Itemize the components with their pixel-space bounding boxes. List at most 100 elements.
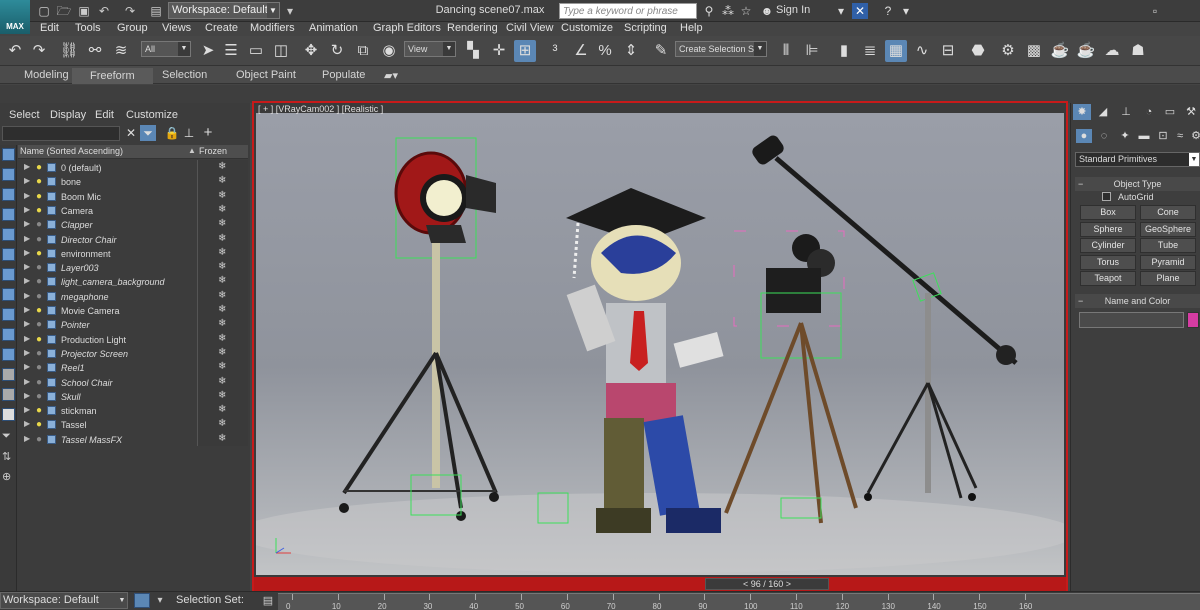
status-workspace-dropdown[interactable]: Workspace: Default ▼ [0,592,128,609]
layer-row[interactable]: ▶ ● 0 (default) ❄ [18,161,248,175]
render-setup-icon[interactable]: ⚙ [997,40,1019,62]
lights-icon[interactable]: ✦ [1117,129,1133,143]
boom-mic[interactable] [750,133,1018,501]
filter-icon[interactable]: ⏷ [140,125,156,141]
column-header-frozen[interactable]: Frozen [199,146,227,156]
align-icon[interactable]: ⊫ [801,40,823,62]
explorer-search-input[interactable] [2,126,120,141]
toggle-ribbon-icon[interactable]: ▦ [885,40,907,62]
reference-coordinate-dropdown[interactable]: View ▼ [404,41,456,57]
binoculars-icon[interactable]: ⚲ [701,3,717,19]
expand-arrow-icon[interactable]: ▶ [24,234,30,243]
rotate-icon[interactable]: ↻ [326,40,348,62]
menu-rendering[interactable]: Rendering [447,22,498,34]
layer-manager-icon[interactable] [134,593,150,608]
spinner-snap-icon[interactable]: ⇕ [620,40,642,62]
menu-edit[interactable]: Edit [40,22,59,34]
filter-funnel-icon[interactable]: ⏷ [2,430,15,443]
material-editor-icon[interactable]: ⬣ [967,40,989,62]
geometry-icon[interactable]: ● [1076,129,1092,143]
menu-views[interactable]: Views [162,22,191,34]
render-iterative-icon[interactable]: ☕ [1075,40,1097,62]
rendered-frame-window-icon[interactable]: ▩ [1023,40,1045,62]
production-light[interactable] [339,137,499,521]
display-helpers-icon[interactable] [2,248,15,261]
explorer-menu-customize[interactable]: Customize [126,109,178,121]
visibility-bulb-icon[interactable]: ● [36,405,42,416]
frozen-toggle-icon[interactable]: ❄ [218,161,226,172]
visibility-bulb-icon[interactable]: ● [36,391,42,402]
tab-object-paint[interactable]: Object Paint [236,69,296,81]
expand-arrow-icon[interactable]: ▶ [24,162,30,171]
menu-create[interactable]: Create [205,22,238,34]
modify-panel-icon[interactable]: ◢ [1094,104,1112,120]
motion-panel-icon[interactable]: ◔ [1140,104,1158,120]
explorer-menu-edit[interactable]: Edit [95,109,114,121]
visibility-bulb-icon[interactable]: ● [36,191,42,202]
named-selection-set-dropdown[interactable]: Create Selection Se ▼ [675,41,767,57]
frozen-toggle-icon[interactable]: ❄ [218,275,226,286]
layer-row[interactable]: ▶ ● Pointer ❄ [18,318,248,332]
invert-display-icon[interactable]: ⇅ [2,450,15,463]
layer-row[interactable]: ▶ ● Layer003 ❄ [18,261,248,275]
tab-selection[interactable]: Selection [162,69,207,81]
layer-row[interactable]: ▶ ● megaphone ❄ [18,290,248,304]
column-header-name[interactable]: Name (Sorted Ascending) [20,146,123,156]
display-lights-icon[interactable] [2,208,15,221]
cameras-icon[interactable]: ▬ [1136,129,1152,143]
frozen-toggle-icon[interactable]: ❄ [218,433,226,444]
movie-camera[interactable] [724,230,858,524]
helpers-icon[interactable]: ⊡ [1155,129,1171,143]
expand-arrow-icon[interactable]: ▶ [24,305,30,314]
select-object-icon[interactable]: ➤ [197,40,219,62]
display-cameras-icon[interactable] [2,228,15,241]
visibility-bulb-icon[interactable]: ● [36,362,42,373]
layer-row[interactable]: ▶ ● stickman ❄ [18,404,248,418]
visibility-bulb-icon[interactable]: ● [36,248,42,259]
autogrid-checkbox[interactable] [1102,192,1111,201]
project-folder-icon[interactable]: ▤ [148,3,164,19]
frozen-toggle-icon[interactable]: ❄ [218,361,226,372]
systems-icon[interactable]: ⚙ [1188,129,1200,143]
expand-arrow-icon[interactable]: ▶ [24,334,30,343]
layer-row[interactable]: ▶ ● Movie Camera ❄ [18,304,248,318]
menu-help[interactable]: Help [680,22,703,34]
layer-row[interactable]: ▶ ● bone ❄ [18,175,248,189]
expand-arrow-icon[interactable]: ▶ [24,248,30,257]
move-icon[interactable]: ✥ [300,40,322,62]
help-icon[interactable]: ? [880,3,896,19]
open-file-icon[interactable]: 🗁 [56,3,72,19]
layer-row[interactable]: ▶ ● light_camera_background ❄ [18,275,248,289]
frozen-toggle-icon[interactable]: ❄ [218,175,226,186]
redo-icon[interactable]: ↷ [28,40,50,62]
undo-icon[interactable]: ↶ [96,3,112,19]
app-logo[interactable]: MAX [0,0,30,34]
primitive-button-pyramid[interactable]: Pyramid [1140,254,1196,270]
community-icon[interactable]: ⁂ [720,3,736,19]
expand-arrow-icon[interactable]: ▶ [24,434,30,443]
display-all-icon[interactable] [2,408,15,421]
clear-search-icon[interactable]: ✕ [123,125,139,141]
quick-access-menu-icon[interactable]: ▾ [282,3,298,19]
expand-arrow-icon[interactable]: ▶ [24,276,30,285]
menu-group[interactable]: Group [117,22,148,34]
visibility-bulb-icon[interactable]: ● [36,305,42,316]
keyboard-shortcut-override-icon[interactable]: ⊞ [514,40,536,62]
save-file-icon[interactable]: ▣ [76,3,92,19]
user-icon[interactable]: ☻ [759,3,775,19]
expand-arrow-icon[interactable]: ▶ [24,291,30,300]
tab-populate[interactable]: Populate [322,69,365,81]
name-and-color-rollout[interactable]: − Name and Color [1075,294,1200,308]
unlink-icon[interactable]: ⚯ [84,40,106,62]
select-manipulate-icon[interactable]: ✛ [488,40,510,62]
frozen-toggle-icon[interactable]: ❄ [218,233,226,244]
window-crossing-icon[interactable]: ◫ [270,40,292,62]
expand-arrow-icon[interactable]: ▶ [24,262,30,271]
display-spacewarps-icon[interactable] [2,268,15,281]
exchange-apps-icon[interactable]: ✕ [852,3,868,19]
sign-in-chevron-icon[interactable]: ▾ [833,3,849,19]
expand-arrow-icon[interactable]: ▶ [24,191,30,200]
hierarchy-panel-icon[interactable]: ⊥ [1117,104,1135,120]
visibility-bulb-icon[interactable]: ● [36,205,42,216]
visibility-bulb-icon[interactable]: ● [36,334,42,345]
